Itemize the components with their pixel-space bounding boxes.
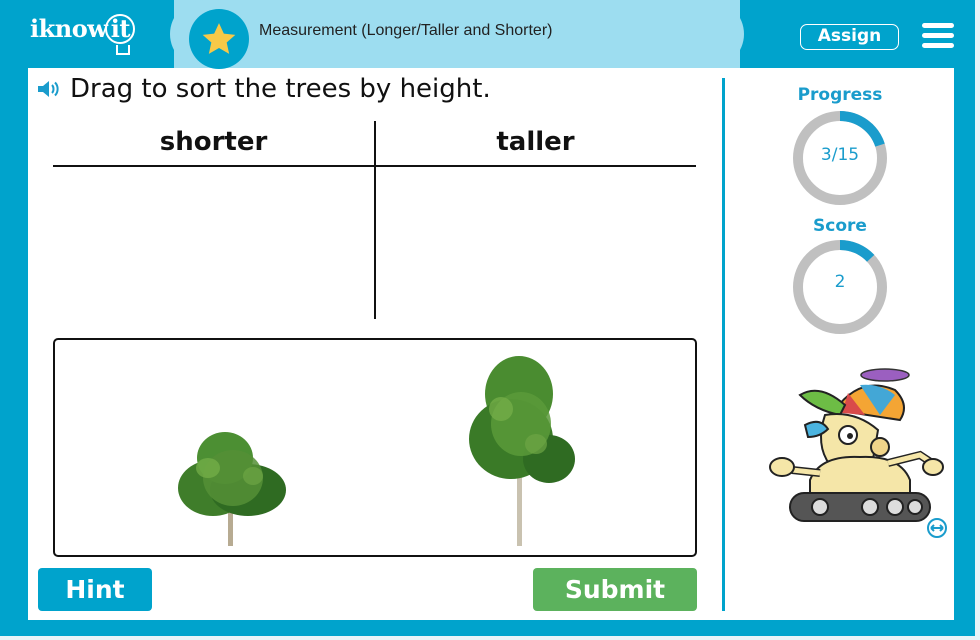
iknowit-logo[interactable]: iknow it	[30, 14, 136, 55]
progress-label: Progress	[797, 85, 883, 105]
short-tree[interactable]	[173, 428, 291, 546]
logo-text: iknow	[30, 14, 108, 43]
edge-strip	[975, 0, 980, 640]
column-header-taller: taller	[496, 127, 575, 157]
lightbulb-icon: it	[105, 14, 136, 55]
panel-divider	[722, 78, 725, 611]
lesson-title: Measurement (Longer/Taller and Shorter)	[259, 22, 553, 39]
drop-zone-shorter[interactable]	[53, 167, 373, 319]
score-label: Score	[813, 216, 867, 236]
expand-arrows-icon[interactable]	[926, 517, 948, 539]
robot-mascot	[769, 368, 944, 522]
hint-button[interactable]: Hint	[38, 568, 152, 611]
sort-table: shorter taller	[53, 121, 696, 319]
edge-strip-bottom	[0, 636, 980, 640]
column-header-shorter: shorter	[159, 127, 268, 157]
assign-button[interactable]: Assign	[800, 24, 899, 50]
item-tray	[53, 338, 697, 557]
star-badge	[189, 9, 249, 69]
prompt-text: Drag to sort the trees by height.	[70, 74, 491, 104]
hamburger-menu-icon[interactable]	[922, 23, 954, 49]
speaker-icon[interactable]	[36, 78, 64, 100]
progress-value: 3/15	[820, 145, 860, 165]
tall-tree[interactable]	[461, 354, 579, 546]
star-icon	[202, 23, 236, 54]
submit-button[interactable]: Submit	[533, 568, 697, 611]
drop-zone-taller[interactable]	[376, 167, 696, 319]
score-value: 2	[834, 272, 846, 292]
question-prompt: Drag to sort the trees by height.	[36, 74, 491, 104]
